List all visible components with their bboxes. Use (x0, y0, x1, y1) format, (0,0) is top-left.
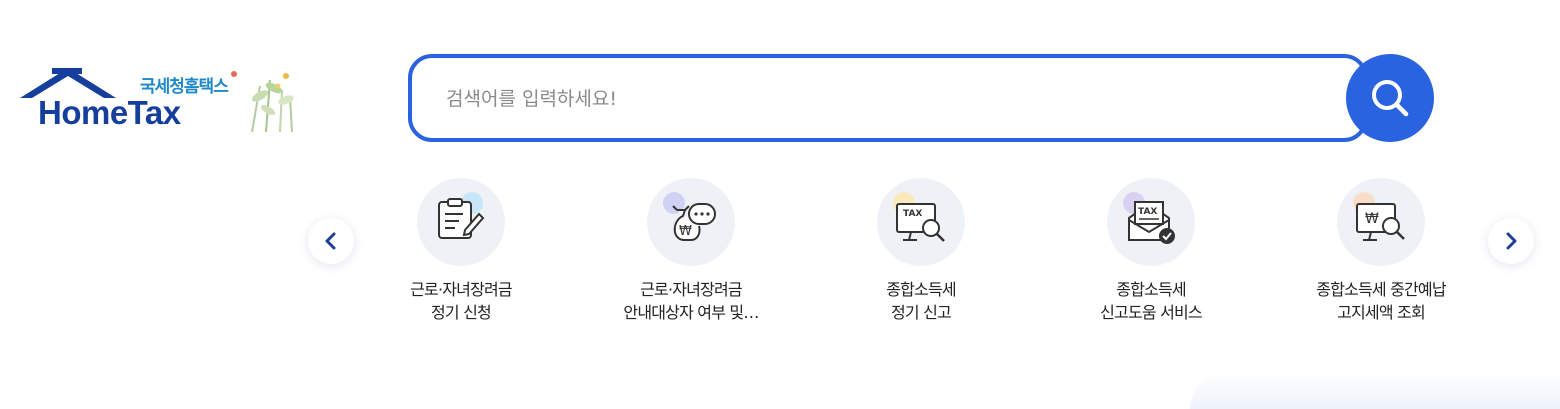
quick-menu-item[interactable]: ₩ 근로·자녀장려금 안내대상자 여부 및… (591, 178, 791, 324)
hometax-logo[interactable]: 국세청홈택스 HomeTax (20, 66, 300, 136)
quick-menu-label-line1: 근로·자녀장려금 (410, 280, 513, 299)
quick-menu-label-line2: 정기 신고 (891, 303, 952, 322)
quick-menu-icon-circle (417, 178, 505, 266)
quick-menu-item[interactable]: TAX 종합소득세 정기 신고 (821, 178, 1021, 324)
quick-menu-label-line2: 고지세액 조회 (1337, 303, 1426, 322)
chevron-right-icon (1506, 232, 1517, 250)
quick-menu-label-line2: 신고도움 서비스 (1100, 303, 1203, 322)
search-icon (1372, 80, 1409, 117)
quick-menu-label-line1: 근로·자녀장려금 (640, 280, 743, 299)
svg-text:TAX: TAX (1138, 207, 1157, 217)
quick-menu-label-line1: 종합소득세 중간예납 (1316, 280, 1446, 299)
plant-decoration-icon (231, 71, 294, 133)
quick-menu-icon-circle: TAX (877, 178, 965, 266)
quick-menu-label-line1: 종합소득세 (886, 280, 956, 299)
carousel-next-button[interactable] (1488, 218, 1534, 264)
clipboard-pen-icon (438, 198, 485, 239)
search-button[interactable] (1346, 54, 1434, 142)
search-input[interactable] (444, 58, 1328, 140)
quick-menu-label-line2: 안내대상자 여부 및… (623, 303, 759, 322)
carousel-prev-button[interactable] (308, 218, 354, 264)
bottom-fade-panel (1190, 372, 1560, 409)
tax-envelope-check-icon: TAX (1128, 201, 1175, 244)
won-monitor-search-icon: ₩ (1356, 203, 1405, 241)
search-box (408, 54, 1368, 142)
svg-text:₩: ₩ (679, 224, 692, 239)
svg-text:TAX: TAX (903, 209, 922, 219)
quick-menu-icon-circle: TAX (1107, 178, 1195, 266)
quick-menu-item[interactable]: ₩ 종합소득세 중간예납 고지세액 조회 (1281, 178, 1481, 324)
money-bag-chat-icon: ₩ (672, 203, 716, 241)
svg-text:₩: ₩ (1365, 211, 1379, 227)
chevron-left-icon (325, 232, 336, 250)
quick-menu-item[interactable]: TAX 종합소득세 신고도움 서비스 (1051, 178, 1251, 324)
tax-monitor-search-icon: TAX (896, 203, 945, 242)
quick-menu-label-line2: 정기 신청 (431, 303, 492, 322)
quick-menu-item[interactable]: 근로·자녀장려금 정기 신청 (361, 178, 561, 324)
quick-menu-icon-circle: ₩ (647, 178, 735, 266)
quick-menu-icon-circle: ₩ (1337, 178, 1425, 266)
logo-title: HomeTax (38, 94, 181, 131)
quick-menu-label-line1: 종합소득세 (1116, 280, 1186, 299)
